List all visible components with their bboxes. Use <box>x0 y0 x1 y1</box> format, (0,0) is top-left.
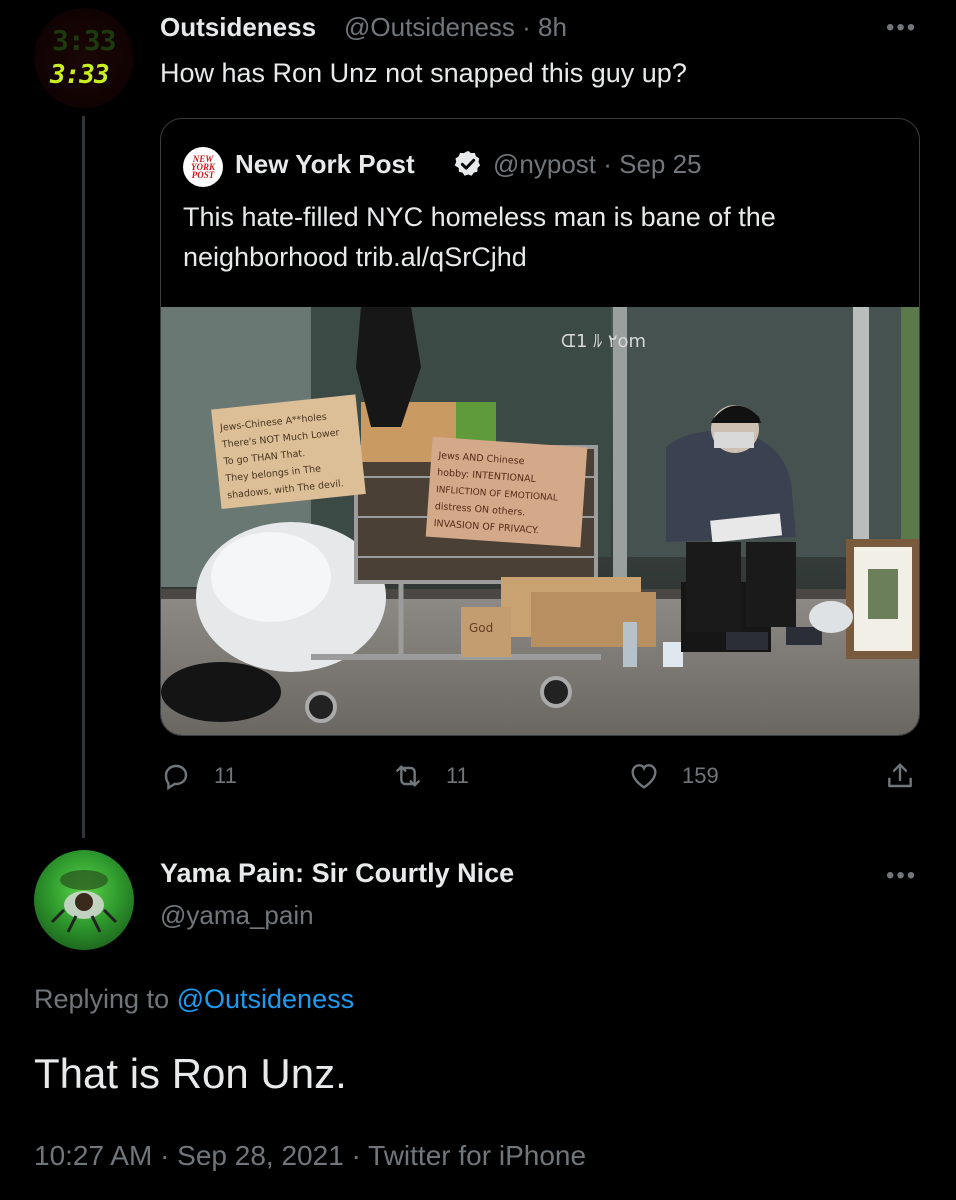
retweet-button[interactable]: 11 <box>392 760 469 792</box>
quoted-tweet-photo[interactable]: ᗭ1 ﾙ ۲om Jews-Chinese A**holes There's N… <box>161 307 919 735</box>
reply-count: 11 <box>214 763 237 788</box>
retweet-icon <box>396 765 420 787</box>
avatar-clock: 3:33 <box>50 60 110 90</box>
nypost-logo-text: NEW YORK POST <box>190 154 215 180</box>
verified-badge-icon <box>454 150 481 176</box>
outsideness-avatar[interactable]: 3:33 3:33 <box>34 8 134 108</box>
sign-bottom-text: God <box>469 621 493 635</box>
beetle-icon <box>50 870 118 933</box>
quoted-author-name[interactable]: New York Post <box>235 149 415 180</box>
reply-author-handle[interactable]: @yama_pain <box>160 900 314 931</box>
yama-pain-avatar[interactable] <box>34 850 134 950</box>
quoted-handle-date[interactable]: @nypost · Sep 25 <box>493 149 702 180</box>
reply-text: That is Ron Unz. <box>34 1050 347 1097</box>
reply-author-name[interactable]: Yama Pain: Sir Courtly Nice <box>160 858 514 889</box>
avatar-clock-faint: 3:33 <box>52 24 116 57</box>
tweet-text: How has Ron Unz not snapped this guy up? <box>160 58 687 88</box>
heart-icon <box>631 764 657 789</box>
author-handle-time[interactable]: @Outsideness · 8h <box>344 12 567 43</box>
share-button[interactable] <box>884 760 938 792</box>
quoted-tweet-text: This hate-filled NYC homeless man is ban… <box>183 202 776 272</box>
reply-icon <box>164 764 188 791</box>
reply-timestamp-source[interactable]: 10:27 AM · Sep 28, 2021 · Twitter for iP… <box>34 1140 586 1172</box>
replying-to-prefix: Replying to <box>34 984 177 1014</box>
replying-to-mention[interactable]: @Outsideness <box>177 984 355 1014</box>
author-name[interactable]: Outsideness <box>160 12 316 43</box>
like-button[interactable]: 159 <box>628 760 719 792</box>
nypost-logo[interactable]: NEW YORK POST <box>183 147 223 187</box>
share-icon <box>888 763 912 788</box>
reply-more-options-icon[interactable]: ••• <box>886 862 917 890</box>
svg-text:ᗭ1 ﾙ ۲om: ᗭ1 ﾙ ۲om <box>561 331 646 352</box>
like-count: 159 <box>682 763 719 788</box>
replying-to: Replying to @Outsideness <box>34 984 354 1015</box>
quoted-tweet[interactable]: NEW YORK POST New York Post @nypost · Se… <box>160 118 920 736</box>
thread-line <box>82 116 85 838</box>
retweet-count: 11 <box>446 763 469 788</box>
reply-button[interactable]: 11 <box>160 760 237 792</box>
more-options-icon[interactable]: ••• <box>886 14 917 42</box>
